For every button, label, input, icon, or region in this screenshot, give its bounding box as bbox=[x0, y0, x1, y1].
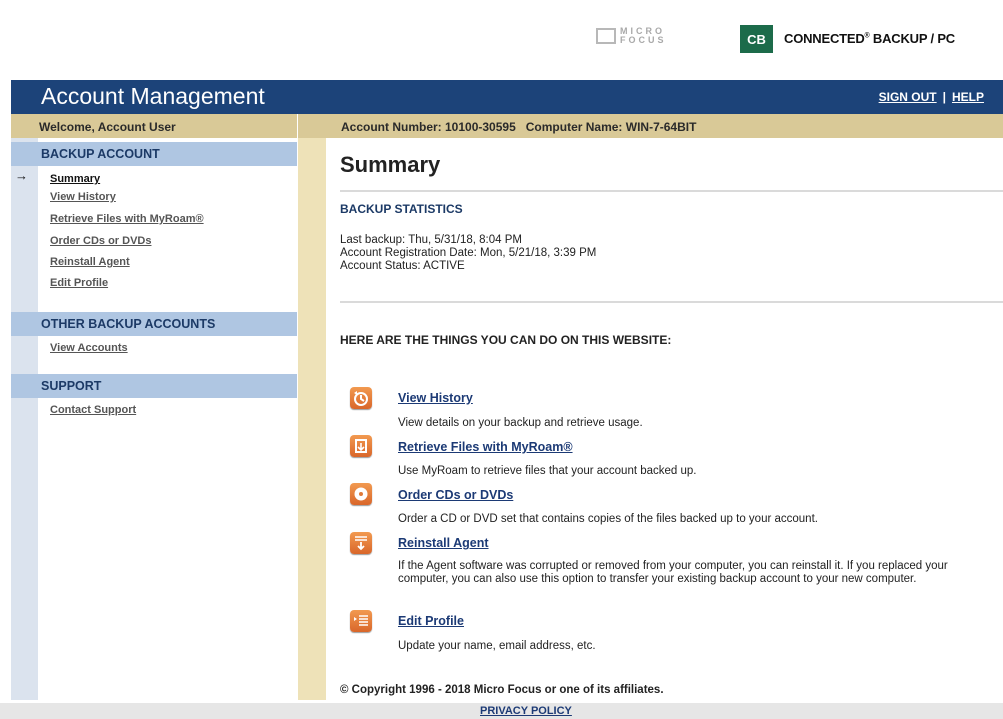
micro-focus-wordmark: MICRO FOCUS bbox=[620, 27, 667, 45]
product-name-suffix: BACKUP / PC bbox=[869, 31, 955, 46]
things-heading: HERE ARE THE THINGS YOU CAN DO ON THIS W… bbox=[340, 333, 672, 347]
micro-focus-square-icon bbox=[596, 28, 616, 44]
sidebar-item-retrieve-files[interactable]: Retrieve Files with MyRoam® bbox=[50, 213, 204, 225]
divider bbox=[340, 301, 1003, 303]
sidebar-item-edit-profile[interactable]: Edit Profile bbox=[50, 277, 108, 289]
sidebar: BACKUP ACCOUNT → Summary View History Re… bbox=[11, 138, 297, 700]
active-arrow-icon: → bbox=[15, 168, 28, 183]
view-history-desc: View details on your backup and retrieve… bbox=[398, 417, 643, 429]
product-name-main: CONNECTED bbox=[784, 31, 865, 46]
retrieve-files-icon[interactable] bbox=[350, 435, 372, 457]
reinstall-download-icon[interactable] bbox=[350, 532, 372, 554]
sidebar-item-order-cds[interactable]: Order CDs or DVDs bbox=[50, 235, 151, 247]
main-content: Summary BACKUP STATISTICS Last backup: T… bbox=[340, 138, 1003, 700]
stats-heading: BACKUP STATISTICS bbox=[340, 202, 463, 216]
disc-icon[interactable] bbox=[350, 483, 372, 505]
section-other-backup-accounts: OTHER BACKUP ACCOUNTS bbox=[11, 312, 297, 336]
retrieve-files-desc: Use MyRoam to retrieve files that your a… bbox=[398, 465, 697, 477]
brand-header: MICRO FOCUS CB CONNECTED® BACKUP / PC bbox=[0, 0, 1003, 80]
stat-last-backup: Last backup: Thu, 5/31/18, 8:04 PM bbox=[340, 234, 522, 246]
sidebar-stripe bbox=[11, 138, 38, 700]
help-link[interactable]: HELP bbox=[952, 90, 984, 104]
section-support: SUPPORT bbox=[11, 374, 297, 398]
section-backup-account: BACKUP ACCOUNT bbox=[11, 142, 297, 166]
retrieve-files-link[interactable]: Retrieve Files with MyRoam® bbox=[398, 440, 573, 454]
sidebar-item-reinstall-agent[interactable]: Reinstall Agent bbox=[50, 256, 130, 268]
edit-profile-link[interactable]: Edit Profile bbox=[398, 614, 464, 628]
divider bbox=[340, 190, 1003, 192]
welcome-text: Welcome, Account User bbox=[39, 120, 176, 134]
view-history-link[interactable]: View History bbox=[398, 391, 473, 405]
sidebar-item-contact-support[interactable]: Contact Support bbox=[50, 404, 136, 416]
order-cds-desc: Order a CD or DVD set that contains copi… bbox=[398, 513, 818, 525]
cb-badge: CB bbox=[740, 25, 773, 53]
micro-focus-logo: MICRO FOCUS bbox=[596, 27, 667, 45]
stat-registration-date: Account Registration Date: Mon, 5/21/18,… bbox=[340, 247, 597, 259]
reinstall-agent-link[interactable]: Reinstall Agent bbox=[398, 536, 489, 550]
content-separator-column bbox=[298, 138, 326, 700]
micro-focus-line2: FOCUS bbox=[620, 35, 667, 45]
app-title: Account Management bbox=[41, 83, 265, 109]
sidebar-item-view-history[interactable]: View History bbox=[50, 191, 116, 203]
history-clock-icon[interactable] bbox=[350, 387, 372, 409]
profile-list-icon[interactable] bbox=[350, 610, 372, 632]
stat-account-status: Account Status: ACTIVE bbox=[340, 260, 465, 272]
top-links: SIGN OUT | HELP bbox=[879, 90, 984, 104]
edit-profile-desc: Update your name, email address, etc. bbox=[398, 640, 596, 652]
sidebar-item-view-accounts[interactable]: View Accounts bbox=[50, 342, 128, 354]
copyright: © Copyright 1996 - 2018 Micro Focus or o… bbox=[340, 684, 664, 696]
sign-out-link[interactable]: SIGN OUT bbox=[879, 90, 937, 104]
info-bar-divider bbox=[297, 114, 298, 138]
order-cds-link[interactable]: Order CDs or DVDs bbox=[398, 488, 513, 502]
link-separator: | bbox=[942, 90, 946, 104]
page-title: Summary bbox=[340, 152, 441, 177]
privacy-policy-link[interactable]: PRIVACY POLICY bbox=[480, 705, 572, 717]
app-header-bar: Account Management SIGN OUT | HELP bbox=[11, 80, 1003, 114]
reinstall-agent-desc: If the Agent software was corrupted or r… bbox=[398, 560, 948, 585]
footer: PRIVACY POLICY bbox=[0, 703, 1003, 719]
sidebar-item-summary[interactable]: Summary bbox=[50, 173, 100, 185]
info-bar: Welcome, Account User Account Number: 10… bbox=[11, 114, 1003, 138]
account-info: Account Number: 10100-30595 Computer Nam… bbox=[341, 120, 697, 134]
product-name: CONNECTED® BACKUP / PC bbox=[784, 31, 955, 46]
